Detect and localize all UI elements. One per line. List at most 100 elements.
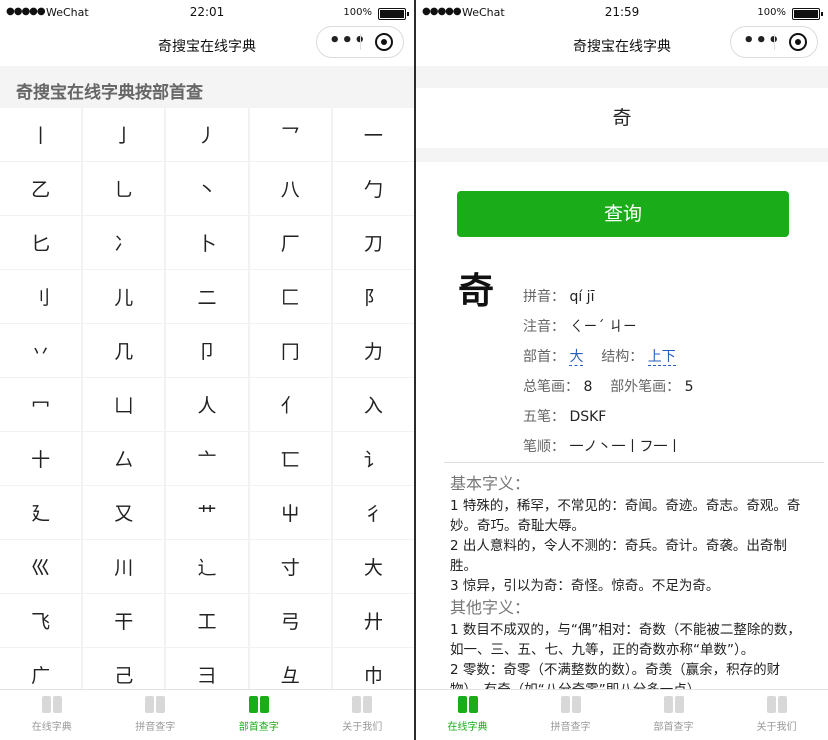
capsule-divider [774, 34, 775, 50]
tab-item[interactable]: 拼音查字 [104, 690, 208, 740]
query-button[interactable]: 查询 [457, 191, 789, 237]
radical-cell[interactable]: 干 [83, 594, 165, 647]
radical-cell[interactable]: 冂 [249, 324, 331, 377]
stroke-order-row: 笔顺： 一ノ丶一丨フ一丨 [523, 436, 681, 456]
radical-cell[interactable]: 阝 [332, 270, 414, 323]
navigation-bar: 奇搜宝在线字典 ••• [416, 26, 828, 64]
radical-index-screen: ●●●●● WeChat 22:01 100% 奇搜宝在线字典 ••• 奇搜宝在… [0, 0, 414, 740]
radical-cell[interactable]: 匚 [249, 270, 331, 323]
basic-meanings: 基本字义： 1 特殊的，稀罕，不常见的：奇闻。奇迹。奇志。奇观。奇妙。奇巧。奇耻… [450, 472, 804, 700]
radical-cell[interactable]: 川 [83, 540, 165, 593]
tab-item[interactable]: 在线字典 [416, 690, 519, 740]
tab-item[interactable]: 关于我们 [311, 690, 415, 740]
radical-cell[interactable]: 厂 [249, 216, 331, 269]
radical-cell[interactable]: 八 [249, 162, 331, 215]
book-icon [41, 696, 62, 714]
pinyin-row: 拼音： qí jī [523, 286, 594, 306]
book-icon [560, 696, 581, 714]
radical-cell[interactable]: 廾 [332, 594, 414, 647]
battery-percent: 100% [343, 7, 372, 18]
tab-label: 关于我们 [342, 722, 383, 733]
zhuyin-value: ㄑㄧˊ ㄐㄧ [569, 319, 637, 335]
tab-item[interactable]: 在线字典 [0, 690, 104, 740]
tab-item[interactable]: 拼音查字 [519, 690, 622, 740]
radical-cell[interactable]: 厶 [83, 432, 165, 485]
radical-cell[interactable]: 亅 [83, 108, 165, 161]
radical-cell[interactable]: 二 [166, 270, 248, 323]
radical-cell[interactable]: 乛 [249, 108, 331, 161]
radical-cell[interactable]: 巛 [0, 540, 82, 593]
radical-cell[interactable]: 凵 [83, 378, 165, 431]
radical-cell[interactable]: 又 [83, 486, 165, 539]
radical-cell[interactable]: 彳 [332, 486, 414, 539]
meaning-item: 3 惊异，引以为奇：奇怪。惊奇。不足为奇。 [450, 578, 720, 594]
radical-grid: 丨亅丿乛一乙乚丶八勹匕冫卜厂刀刂儿二匚阝丷几卩冂力冖凵人亻入十厶亠匸讠廴又艹屮彳… [0, 108, 414, 701]
character-detail-screen: ●●●●● WeChat 21:59 100% 奇搜宝在线字典 ••• 奇 查询… [416, 0, 828, 740]
radical-cell[interactable]: 乚 [83, 162, 165, 215]
radical-cell[interactable]: 辶 [166, 540, 248, 593]
radical-cell[interactable]: 卩 [166, 324, 248, 377]
book-icon [663, 696, 684, 714]
tab-item[interactable]: 部首查字 [622, 690, 725, 740]
structure-label: 结构： [601, 349, 644, 365]
radical-cell[interactable]: 讠 [332, 432, 414, 485]
tab-item[interactable]: 部首查字 [207, 690, 311, 740]
structure-link[interactable]: 上下 [647, 349, 676, 366]
wubi-value: DSKF [569, 409, 607, 425]
radical-cell[interactable]: 丿 [166, 108, 248, 161]
radical-cell[interactable]: 亠 [166, 432, 248, 485]
navigation-bar: 奇搜宝在线字典 ••• [0, 26, 414, 64]
stroke-order-value: 一ノ丶一丨フ一丨 [569, 439, 682, 455]
radical-cell[interactable]: 人 [166, 378, 248, 431]
book-icon [248, 696, 269, 714]
radical-row: 部首： 大 结构： 上下 [523, 346, 676, 366]
radical-cell[interactable]: 力 [332, 324, 414, 377]
strokes-row: 总笔画： 8 部外笔画： 5 [523, 376, 694, 396]
radical-cell[interactable]: 飞 [0, 594, 82, 647]
radical-cell[interactable]: 寸 [249, 540, 331, 593]
tab-item[interactable]: 关于我们 [725, 690, 828, 740]
radical-cell[interactable]: 乙 [0, 162, 82, 215]
close-target-icon[interactable] [375, 33, 393, 51]
character-input[interactable]: 奇 [416, 88, 828, 148]
radical-cell[interactable]: 大 [332, 540, 414, 593]
stroke-order-label: 笔顺： [523, 439, 565, 455]
radical-cell[interactable]: 匸 [249, 432, 331, 485]
battery-icon [792, 8, 823, 20]
radical-cell[interactable]: 刂 [0, 270, 82, 323]
book-icon [766, 696, 787, 714]
tab-label: 在线字典 [31, 722, 72, 733]
radical-cell[interactable]: 刀 [332, 216, 414, 269]
radical-cell[interactable]: 廴 [0, 486, 82, 539]
radical-cell[interactable]: 屮 [249, 486, 331, 539]
tab-label: 在线字典 [447, 722, 488, 733]
strokes-label: 总笔画： [523, 379, 579, 395]
radical-cell[interactable]: 艹 [166, 486, 248, 539]
book-icon [352, 696, 373, 714]
result-character: 奇 [458, 271, 495, 312]
radical-cell[interactable]: 匕 [0, 216, 82, 269]
radical-cell[interactable]: 一 [332, 108, 414, 161]
radical-cell[interactable]: 十 [0, 432, 82, 485]
close-target-icon[interactable] [789, 33, 807, 51]
zhuyin-label: 注音： [523, 319, 565, 335]
status-bar: ●●●●● WeChat 22:01 100% [0, 0, 414, 26]
radical-cell[interactable]: 勹 [332, 162, 414, 215]
radical-cell[interactable]: 卜 [166, 216, 248, 269]
status-bar: ●●●●● WeChat 21:59 100% [416, 0, 828, 26]
radical-cell[interactable]: 儿 [83, 270, 165, 323]
radical-cell[interactable]: 丷 [0, 324, 82, 377]
meaning-item: 2 出人意料的，令人不测的：奇兵。奇计。奇袭。出奇制胜。 [450, 538, 787, 574]
radical-cell[interactable]: 冫 [83, 216, 165, 269]
radical-cell[interactable]: 冖 [0, 378, 82, 431]
radical-cell[interactable]: 亻 [249, 378, 331, 431]
radical-cell[interactable]: 丶 [166, 162, 248, 215]
radical-cell[interactable]: 几 [83, 324, 165, 377]
radical-link[interactable]: 大 [569, 349, 584, 366]
book-icon [457, 696, 478, 714]
radical-cell[interactable]: 工 [166, 594, 248, 647]
radical-cell[interactable]: 丨 [0, 108, 82, 161]
radical-cell[interactable]: 入 [332, 378, 414, 431]
radical-cell[interactable]: 弓 [249, 594, 331, 647]
section-header: 奇搜宝在线字典按部首查 [0, 66, 414, 108]
